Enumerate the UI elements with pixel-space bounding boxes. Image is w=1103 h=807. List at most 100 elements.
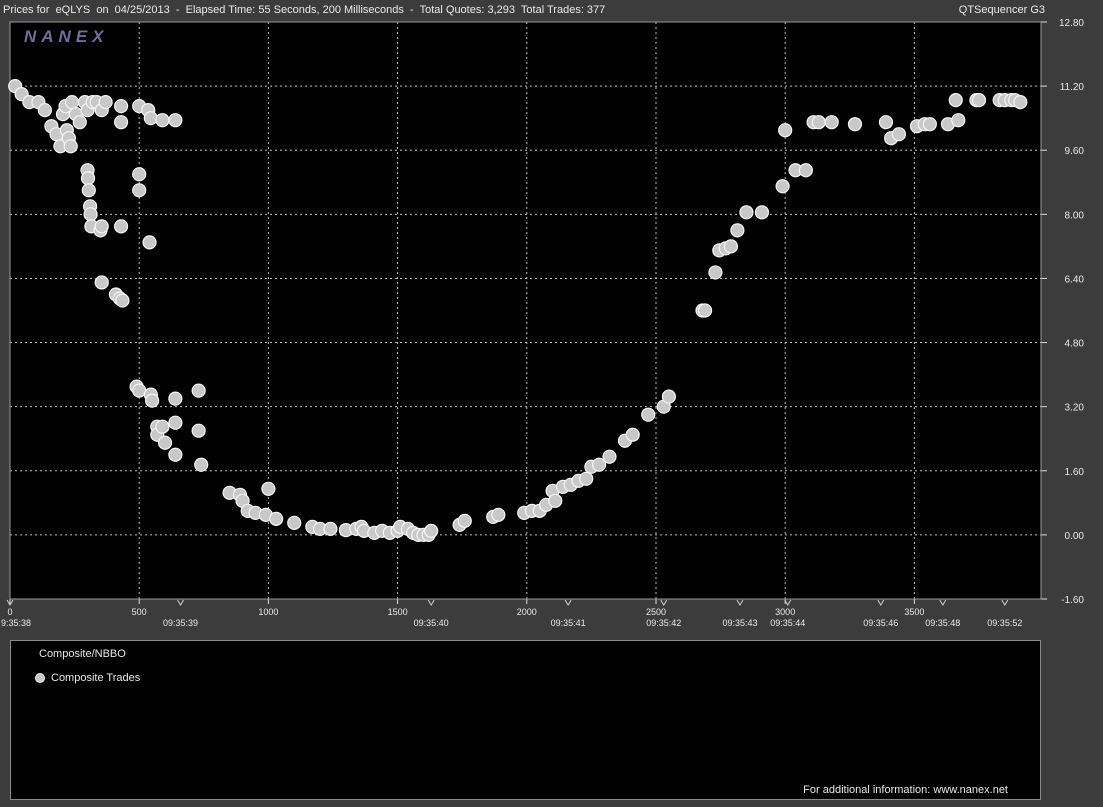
trade-point [878,115,894,130]
trade-point [754,205,770,220]
time-marker [564,599,572,606]
trade-point [114,219,129,234]
trade-point [697,303,713,318]
trade-point [625,427,640,442]
x-tick-label: 2000 [517,607,537,617]
trade-point [37,103,52,118]
time-marker [736,599,744,606]
trade-point [191,383,206,398]
legend-item-composite-trades: Composite Trades [35,672,140,684]
y-tick-label: 0.00 [1065,531,1085,542]
trade-point [457,513,472,528]
trade-point [730,223,745,238]
time-label: 09:35:48 [925,618,960,628]
trade-point [261,481,276,496]
trade-point [287,515,302,530]
trade-point [168,415,183,430]
x-tick-label: 1500 [388,607,408,617]
nanex-logo: NANEX [24,27,109,46]
trade-point [891,127,906,142]
time-label: 09:35:52 [987,618,1022,628]
trade-point [155,113,170,128]
trade-point [94,275,109,290]
legend-item-label: Composite Trades [51,672,141,684]
trade-point [641,407,656,422]
y-tick-label: 11.20 [1060,82,1085,93]
trade-point [132,183,147,198]
x-tick-label: 2500 [646,607,666,617]
trade-point [424,523,439,538]
time-label: 09:35:41 [551,618,586,628]
trade-point [661,389,677,404]
trade-point [63,139,78,154]
trade-point [168,447,183,462]
trade-point [115,293,130,308]
time-label: 09:35:39 [163,618,198,628]
x-tick-label: 3500 [904,607,924,617]
trade-point [548,493,563,508]
time-label: 09:35:42 [646,618,681,628]
trade-point [951,113,966,128]
trade-point [775,179,790,194]
time-label: 9:35:38 [1,618,31,628]
trade-point [708,265,723,280]
trade-point [98,95,113,110]
trade-point [132,167,147,182]
trade-point [80,171,96,186]
time-label: 09:35:44 [770,618,805,628]
time-label: 09:35:40 [414,618,449,628]
trade-point [114,115,129,130]
time-marker [939,599,947,606]
trade-point [922,117,937,132]
footer-note: For additional information: www.nanex.ne… [803,784,1008,796]
time-marker [427,599,435,606]
trade-point [811,115,826,130]
trade-point [191,423,206,438]
time-marker [660,599,668,606]
legend-panel: Composite/NBBO Composite Trades For addi… [10,640,1041,800]
y-tick-label: 9.60 [1065,146,1085,157]
trade-point [971,93,987,108]
x-tick-label: 500 [132,607,147,617]
y-tick-label: 3.20 [1065,403,1085,414]
price-chart: 0 500 1000 1500 2000 2500 3000 3500 -1.60 0.00 1.6… [1,18,1085,628]
trade-point [145,393,160,408]
x-tick-label: 3000 [775,607,795,617]
trade-point [269,511,284,526]
trade-point [847,117,863,132]
legend-marker [35,673,45,683]
trade-point [83,207,98,222]
x-tick-label: 1000 [258,607,278,617]
time-label: 09:35:43 [722,618,757,628]
y-tick-label: -1.60 [1061,595,1084,606]
trade-point [72,115,87,130]
trade-point [143,111,158,126]
trade-point [94,219,109,234]
trade-point [948,93,963,108]
trade-point [81,183,96,198]
time-label: 09:35:46 [863,618,898,628]
time-marker [177,599,184,606]
trade-point [194,457,209,472]
trade-point [168,113,183,128]
time-marker [1001,599,1009,606]
trade-point [1013,95,1028,110]
trade-point [64,95,80,110]
legend-title: Composite/NBBO [39,648,126,660]
trade-point [157,435,173,450]
trade-point [323,521,338,536]
trade-point [491,507,506,522]
trade-point [739,205,754,220]
y-tick-label: 1.60 [1065,467,1085,478]
trade-point [602,449,617,464]
trade-point [778,123,793,138]
trade-point [723,239,739,254]
trade-point [155,419,170,434]
trade-point [168,391,183,406]
y-tick-label: 4.80 [1065,339,1085,350]
y-tick-label: 6.40 [1065,274,1085,285]
trade-point [824,115,839,130]
trade-point [798,163,813,178]
trade-point [114,99,129,114]
time-marker [877,599,885,606]
